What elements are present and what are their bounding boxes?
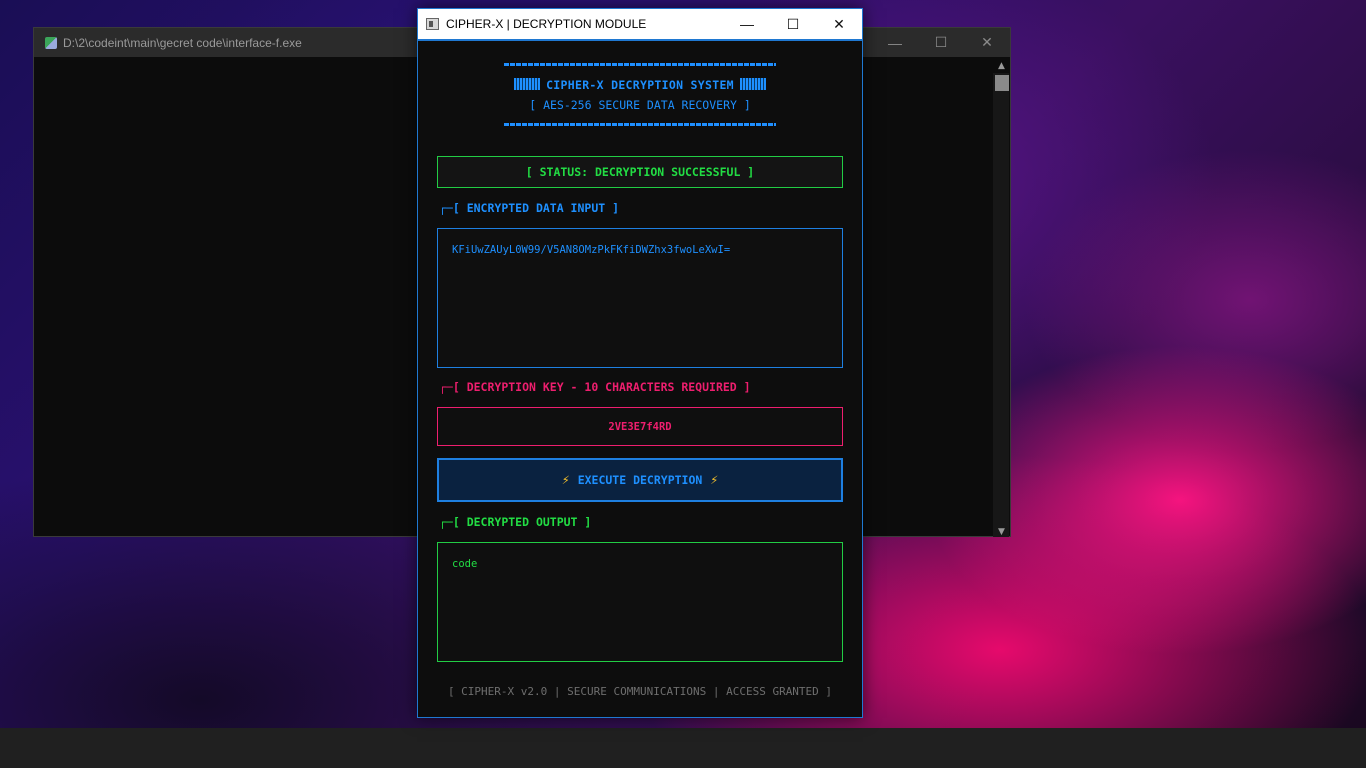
banner: CIPHER-X DECRYPTION SYSTEM [ AES-256 SEC… bbox=[418, 63, 862, 126]
encrypted-input-label: ┌─[ ENCRYPTED DATA INPUT ] bbox=[439, 201, 619, 215]
console-window-controls: — ☐ ✕ bbox=[872, 28, 1010, 57]
bolt-icon: ⚡ bbox=[561, 472, 570, 488]
close-icon[interactable]: ✕ bbox=[964, 28, 1010, 57]
cipher-titlebar[interactable]: CIPHER-X | DECRYPTION MODULE — ☐ ✕ bbox=[418, 9, 862, 41]
maximize-icon[interactable]: ☐ bbox=[918, 28, 964, 57]
banner-title-row: CIPHER-X DECRYPTION SYSTEM bbox=[418, 78, 862, 92]
console-title: D:\2\codeint\main\gecret code\interface-… bbox=[63, 35, 302, 50]
decryption-key-label-text: [ DECRYPTION KEY - 10 CHARACTERS REQUIRE… bbox=[452, 380, 751, 394]
encrypted-data-input[interactable]: KFiUwZAUyL0W99/V5AN8OMzPkFKfiDWZhx3fwoLe… bbox=[437, 228, 843, 368]
footer-text: [ CIPHER-X v2.0 | SECURE COMMUNICATIONS … bbox=[447, 685, 833, 698]
decrypted-output-label: ┌─[ DECRYPTED OUTPUT ] bbox=[439, 515, 591, 529]
encrypted-input-label-text: [ ENCRYPTED DATA INPUT ] bbox=[452, 201, 620, 215]
close-icon[interactable]: ✕ bbox=[816, 9, 862, 39]
banner-rule-bottom bbox=[504, 123, 776, 126]
status-bar: [ STATUS: DECRYPTION SUCCESSFUL ] bbox=[437, 156, 843, 188]
cipher-window: CIPHER-X | DECRYPTION MODULE — ☐ ✕ CIPHE… bbox=[417, 8, 863, 718]
banner-rule-top bbox=[504, 63, 776, 66]
decrypted-output-area[interactable]: code bbox=[437, 542, 843, 662]
bolt-icon: ⚡ bbox=[710, 472, 719, 488]
minimize-icon[interactable]: — bbox=[872, 28, 918, 57]
cipher-title: CIPHER-X | DECRYPTION MODULE bbox=[446, 17, 647, 31]
scroll-up-icon[interactable]: ▲ bbox=[993, 61, 1010, 71]
execute-button-label: EXECUTE DECRYPTION bbox=[577, 473, 703, 487]
scroll-down-icon[interactable]: ▼ bbox=[993, 527, 1010, 537]
console-scroll-thumb[interactable] bbox=[995, 75, 1009, 91]
execute-decryption-button[interactable]: ⚡ EXECUTE DECRYPTION ⚡ bbox=[437, 458, 843, 502]
maximize-icon[interactable]: ☐ bbox=[770, 9, 816, 39]
label-corner: ┌─ bbox=[439, 515, 453, 529]
console-scrollbar[interactable]: ▲ ▼ bbox=[993, 61, 1010, 537]
label-corner: ┌─ bbox=[439, 201, 453, 215]
banner-block-left-icon bbox=[514, 78, 541, 90]
label-corner: ┌─ bbox=[439, 380, 453, 394]
console-app-icon bbox=[45, 36, 57, 49]
banner-subtitle: [ AES-256 SECURE DATA RECOVERY ] bbox=[529, 98, 751, 112]
minimize-icon[interactable]: — bbox=[724, 9, 770, 39]
decryption-key-input[interactable]: 2VE3E7f4RD bbox=[437, 407, 843, 446]
decrypted-output-label-text: [ DECRYPTED OUTPUT ] bbox=[452, 515, 592, 529]
cipher-window-controls: — ☐ ✕ bbox=[724, 9, 862, 39]
banner-title: CIPHER-X DECRYPTION SYSTEM bbox=[546, 78, 734, 92]
decryption-key-label: ┌─[ DECRYPTION KEY - 10 CHARACTERS REQUI… bbox=[439, 380, 751, 394]
banner-block-right-icon bbox=[739, 78, 766, 90]
taskbar bbox=[0, 728, 1366, 768]
cipher-app-icon bbox=[426, 18, 439, 30]
